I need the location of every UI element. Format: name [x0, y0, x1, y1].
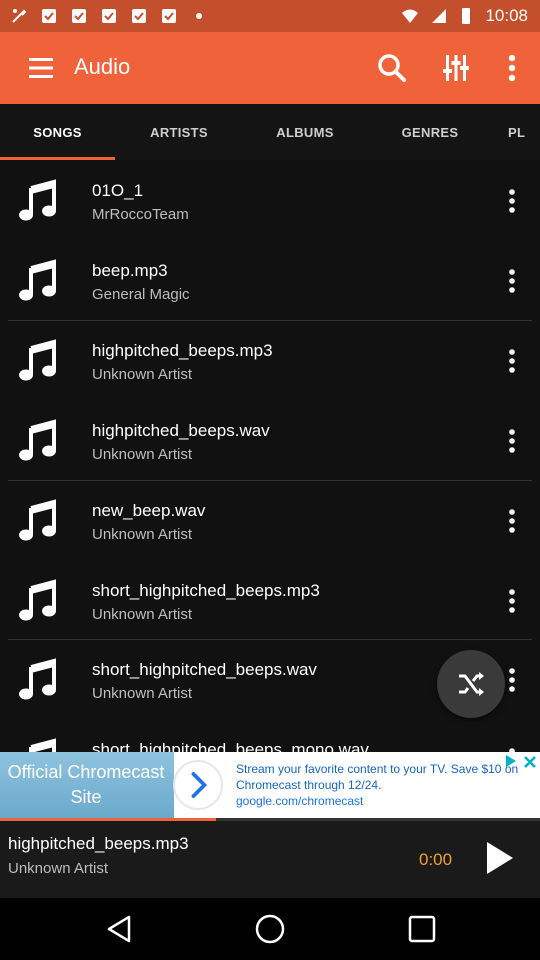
status-notifications	[10, 7, 208, 25]
system-nav-bar	[0, 898, 540, 960]
ad-image: Official Chromecast Site	[0, 752, 174, 818]
status-time: 10:08	[485, 6, 528, 25]
close-icon[interactable]	[522, 754, 538, 770]
battery-icon	[462, 8, 471, 24]
song-title: short_highpitched_beeps.mp3	[92, 581, 320, 600]
play-icon[interactable]	[478, 838, 518, 878]
equalizer-icon[interactable]	[438, 50, 474, 86]
now-playing-artist: Unknown Artist	[8, 860, 109, 877]
home-icon[interactable]	[252, 911, 288, 947]
music-note-icon	[19, 339, 56, 381]
song-row[interactable]: short_highpitched_beeps_mono.wav	[0, 719, 540, 752]
song-row[interactable]: short_highpitched_beeps.mp3 Unknown Arti…	[0, 560, 540, 640]
music-note-icon	[19, 259, 56, 301]
song-artist: MrRoccoTeam	[92, 206, 189, 223]
music-note-icon	[19, 179, 56, 221]
song-artist: Unknown Artist	[92, 446, 193, 463]
song-title: beep.mp3	[92, 261, 168, 280]
now-playing-title: highpitched_beeps.mp3	[8, 834, 189, 853]
dot-icon	[196, 13, 202, 19]
status-bar: 10:08	[0, 0, 540, 32]
arrow-right-icon[interactable]	[173, 760, 223, 810]
song-title: 01O_1	[92, 181, 144, 200]
tools-icon	[12, 9, 27, 23]
tab-albums[interactable]: ALBUMS	[246, 104, 364, 160]
progress-bar[interactable]	[0, 818, 540, 821]
song-artist: General Magic	[92, 286, 190, 303]
more-vert-icon[interactable]	[500, 348, 524, 374]
ad-body: Stream your favorite content to your TV.…	[236, 761, 526, 809]
more-vert-icon[interactable]	[500, 188, 524, 214]
more-vert-icon[interactable]	[494, 50, 530, 86]
shuffle-button[interactable]	[437, 650, 505, 718]
more-vert-icon[interactable]	[500, 508, 524, 534]
signal-icon	[432, 9, 447, 23]
check-icon	[72, 9, 86, 23]
song-title: short_highpitched_beeps.wav	[92, 660, 317, 679]
check-icon	[102, 9, 116, 23]
shuffle-icon	[459, 672, 484, 696]
song-artist: Unknown Artist	[92, 366, 193, 383]
music-note-icon	[19, 658, 56, 700]
tab-artists[interactable]: ARTISTS	[120, 104, 238, 160]
ad-info-icon[interactable]	[504, 754, 518, 768]
now-playing-bar[interactable]: highpitched_beeps.mp3 Unknown Artist 0:0…	[0, 818, 540, 898]
ad-headline: Official Chromecast Site	[7, 762, 165, 807]
check-icon	[132, 9, 146, 23]
hamburger-menu-icon[interactable]	[24, 54, 58, 82]
music-note-icon	[19, 579, 56, 621]
song-title: new_beep.wav	[92, 501, 206, 520]
more-vert-icon[interactable]	[500, 268, 524, 294]
check-icon	[162, 9, 176, 23]
ad-url[interactable]: google.com/chromecast	[236, 794, 363, 808]
song-row[interactable]: highpitched_beeps.mp3 Unknown Artist	[0, 320, 540, 400]
check-icon	[42, 9, 56, 23]
more-vert-icon[interactable]	[500, 428, 524, 454]
song-title: highpitched_beeps.mp3	[92, 341, 273, 360]
status-system: 10:08	[401, 6, 528, 26]
song-row[interactable]: new_beep.wav Unknown Artist	[0, 480, 540, 560]
wifi-icon	[402, 9, 419, 23]
song-artist: Unknown Artist	[92, 685, 193, 702]
song-title: highpitched_beeps.wav	[92, 421, 270, 440]
tab-playlists[interactable]: PL	[508, 104, 540, 160]
music-note-icon	[29, 738, 56, 752]
song-artist: Unknown Artist	[92, 606, 193, 623]
back-icon[interactable]	[101, 911, 137, 947]
progress-fill	[0, 818, 216, 821]
app-title: Audio	[74, 54, 131, 79]
more-vert-icon[interactable]	[500, 588, 524, 614]
ad-body-text: Stream your favorite content to your TV.…	[236, 762, 519, 792]
ad-banner[interactable]: Official Chromecast Site Stream your fav…	[0, 752, 540, 818]
tab-bar: SONGS ARTISTS ALBUMS GENRES PL	[0, 104, 540, 160]
music-note-icon	[19, 419, 56, 461]
song-row[interactable]: 01O_1 MrRoccoTeam	[0, 160, 540, 240]
tab-genres[interactable]: GENRES	[370, 104, 490, 160]
search-icon[interactable]	[374, 50, 410, 86]
playback-time: 0:00	[419, 850, 453, 869]
recents-icon[interactable]	[404, 911, 440, 947]
app-bar: Audio	[0, 32, 540, 104]
song-artist: Unknown Artist	[92, 526, 193, 543]
music-note-icon	[19, 499, 56, 541]
song-title: short_highpitched_beeps_mono.wav	[92, 740, 369, 752]
song-row[interactable]: beep.mp3 General Magic	[0, 240, 540, 320]
tab-songs[interactable]: SONGS	[0, 104, 115, 160]
song-row[interactable]: highpitched_beeps.wav Unknown Artist	[0, 400, 540, 480]
